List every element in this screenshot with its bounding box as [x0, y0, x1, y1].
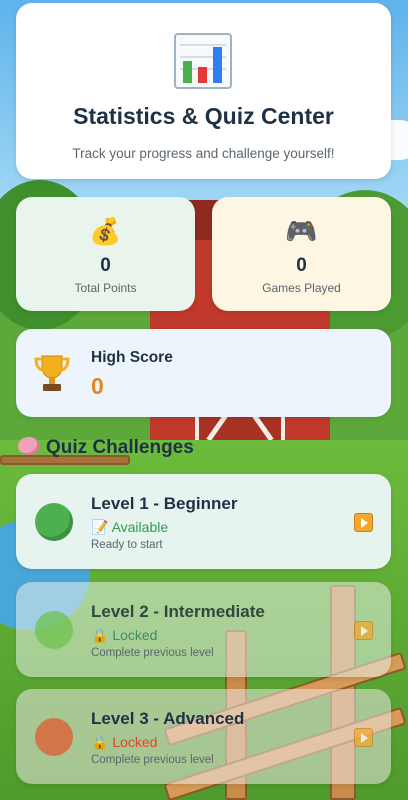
level-2-indicator: [35, 611, 73, 649]
play-icon[interactable]: [354, 621, 373, 640]
level-title: Level 2 - Intermediate: [91, 602, 265, 621]
level-card-1[interactable]: Level 1 - Beginner 📝 Available Ready to …: [16, 474, 391, 569]
total-points-label: Total Points: [74, 281, 137, 295]
screen: Statistics & Quiz Center Track your prog…: [0, 0, 408, 800]
level-status: 🔒 Locked: [91, 734, 157, 751]
money-bag-icon: 💰: [89, 216, 122, 246]
play-icon[interactable]: [354, 728, 373, 747]
total-points-card: 💰 0 Total Points: [16, 197, 195, 311]
level-status: 🔒 Locked: [91, 627, 157, 644]
play-icon[interactable]: [354, 513, 373, 532]
lock-icon: 🔒: [91, 734, 109, 750]
header-card: Statistics & Quiz Center Track your prog…: [16, 3, 391, 179]
level-status-text: Locked: [112, 734, 158, 750]
level-hint: Complete previous level: [91, 754, 214, 766]
gamepad-icon: 🎮: [285, 216, 318, 246]
level-card-2[interactable]: Level 2 - Intermediate 🔒 Locked Complete…: [16, 582, 391, 677]
level-1-indicator: [35, 503, 73, 541]
games-played-card: 🎮 0 Games Played: [212, 197, 391, 311]
games-played-value: 0: [296, 255, 307, 276]
brain-icon: [18, 437, 40, 455]
trophy-icon: [34, 355, 70, 391]
bar-chart-icon: [174, 33, 232, 89]
high-score-card: High Score 0: [16, 329, 391, 417]
page-subtitle: Track your progress and challenge yourse…: [72, 146, 335, 161]
level-3-indicator: [35, 718, 73, 756]
quiz-section-title: Quiz Challenges: [18, 437, 194, 459]
level-title: Level 1 - Beginner: [91, 494, 238, 513]
level-status: 📝 Available: [91, 519, 168, 536]
level-card-3[interactable]: Level 3 - Advanced 🔒 Locked Complete pre…: [16, 689, 391, 784]
memo-icon: 📝: [91, 519, 109, 535]
quiz-section-label: Quiz Challenges: [46, 437, 194, 458]
level-hint: Complete previous level: [91, 647, 214, 659]
total-points-value: 0: [100, 255, 111, 276]
level-status-text: Available: [111, 519, 169, 535]
high-score-label: High Score: [91, 349, 173, 366]
games-played-label: Games Played: [262, 281, 341, 295]
high-score-value: 0: [91, 373, 104, 399]
level-title: Level 3 - Advanced: [91, 709, 245, 728]
lock-icon: 🔒: [91, 627, 109, 643]
level-status-text: Locked: [112, 627, 158, 643]
page-title: Statistics & Quiz Center: [73, 103, 334, 129]
level-hint: Ready to start: [91, 539, 163, 551]
